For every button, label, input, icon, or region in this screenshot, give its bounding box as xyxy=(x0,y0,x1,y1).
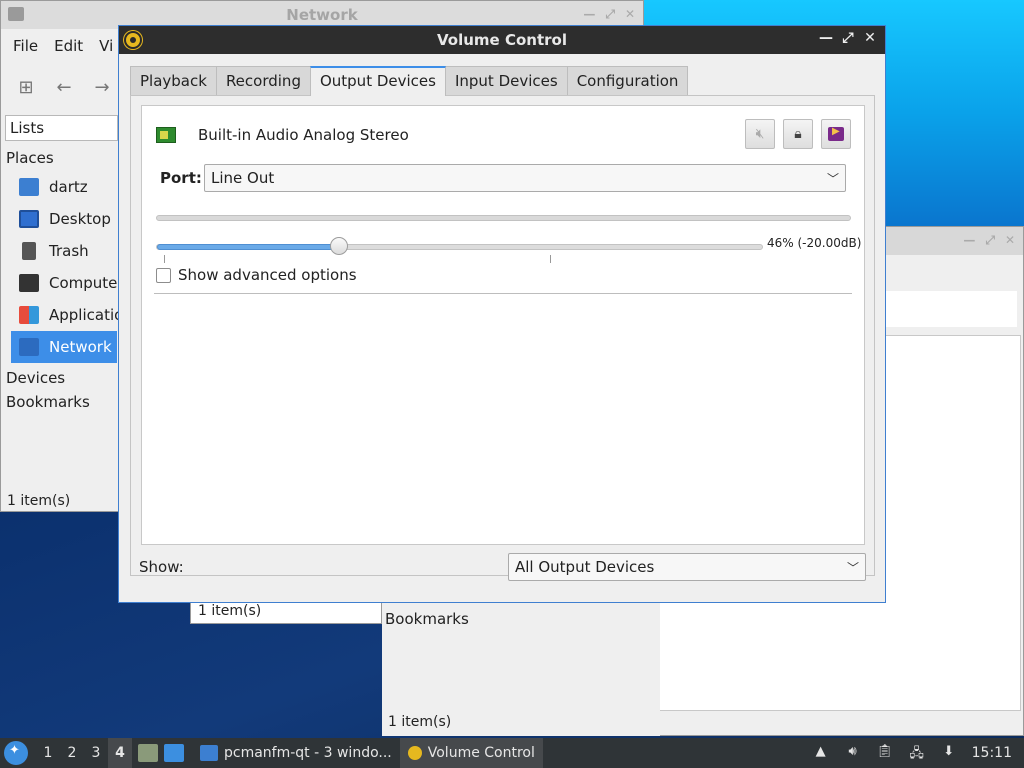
window-title: Volume Control xyxy=(437,31,567,49)
tab-configuration[interactable]: Configuration xyxy=(566,66,689,95)
close-icon[interactable]: ✕ xyxy=(863,30,877,46)
chevron-down-icon: ﹀ xyxy=(826,171,839,186)
minimize-icon[interactable]: — xyxy=(583,7,595,22)
file-manager-launcher-icon[interactable] xyxy=(138,744,158,762)
divider xyxy=(154,293,852,294)
task-pcmanfm[interactable]: pcmanfm-qt - 3 windo... xyxy=(192,738,400,768)
volume-slider-handle[interactable] xyxy=(329,237,348,255)
tab-output-devices[interactable]: Output Devices xyxy=(309,66,446,96)
set-default-icon xyxy=(828,126,844,141)
workspace-3[interactable]: 3 xyxy=(84,745,108,761)
device-name: Built-in Audio Analog Stereo xyxy=(198,126,409,144)
minimize-icon[interactable]: — xyxy=(819,30,833,46)
menu-file[interactable]: File xyxy=(13,37,38,55)
port-select[interactable]: Line Out ﹀ xyxy=(204,164,846,192)
volume-slider-fill xyxy=(157,244,339,250)
clock[interactable]: 15:11 xyxy=(972,745,1012,761)
tab-input-devices[interactable]: Input Devices xyxy=(444,66,568,95)
show-hidden-icon[interactable]: ▲ xyxy=(812,744,830,762)
lock-channels-button[interactable]: 🔒︎ xyxy=(783,119,813,149)
computer-icon xyxy=(19,274,39,292)
menu-edit[interactable]: Edit xyxy=(54,37,83,55)
forward-arrow-icon[interactable]: → xyxy=(93,77,111,98)
show-filter-select[interactable]: All Output Devices ﹀ xyxy=(508,553,866,581)
desktop-launcher-icon[interactable] xyxy=(164,744,184,762)
speaker-app-icon xyxy=(407,746,422,760)
folder-icon xyxy=(8,7,24,21)
task-volume-control[interactable]: Volume Control xyxy=(399,738,543,768)
status-text: 1 item(s) xyxy=(388,714,452,730)
device-header: Built-in Audio Analog Stereo xyxy=(156,124,409,146)
tab-bar: Playback Recording Output Devices Input … xyxy=(130,66,689,96)
chevron-down-icon: ﹀ xyxy=(846,560,859,575)
volume-readout: 46% (-20.00dB) xyxy=(767,236,862,250)
window-title: Network xyxy=(286,6,358,24)
folder-icon xyxy=(200,745,218,761)
workspace-1[interactable]: 1 xyxy=(36,745,60,761)
tab-playback[interactable]: Playback xyxy=(130,66,217,95)
speaker-app-icon xyxy=(124,31,142,49)
update-notifier-icon[interactable]: ⬇ xyxy=(940,744,958,762)
system-tray: ▲ 🔊︎ 📋︎ 🖧︎ ⬇ 15:11 xyxy=(812,744,1024,762)
menu-view[interactable]: Vi xyxy=(99,37,113,55)
set-default-button[interactable] xyxy=(821,119,851,149)
sound-card-icon xyxy=(156,127,176,143)
network-icon xyxy=(19,338,39,356)
tab-content: Built-in Audio Analog Stereo 🔇︎ 🔒︎ Port:… xyxy=(130,95,875,576)
volume-control-titlebar[interactable]: Volume Control — ⤢ ✕ xyxy=(119,26,885,54)
show-label: Show: xyxy=(139,558,184,576)
trash-icon xyxy=(22,242,36,260)
mute-button[interactable]: 🔇︎ xyxy=(745,119,775,149)
close-icon[interactable]: ✕ xyxy=(625,7,635,22)
start-menu-icon[interactable] xyxy=(4,741,28,765)
network-icon[interactable]: 🖧︎ xyxy=(908,744,926,762)
applications-icon xyxy=(19,306,39,324)
port-row: Port: Line Out ﹀ xyxy=(160,164,846,192)
back-arrow-icon[interactable]: ← xyxy=(55,77,73,98)
maximize-icon[interactable]: ⤢ xyxy=(841,30,855,46)
show-filter-row: Show: All Output Devices ﹀ xyxy=(139,553,866,581)
volume-control-window: Volume Control — ⤢ ✕ Playback Recording … xyxy=(118,25,886,603)
home-folder-icon xyxy=(19,178,39,196)
status-text: 1 item(s) xyxy=(198,603,262,619)
clipboard-icon[interactable]: 📋︎ xyxy=(876,744,894,762)
advanced-options-label: Show advanced options xyxy=(178,266,357,284)
taskbar: 1 2 3 4 pcmanfm-qt - 3 windo... Volume C… xyxy=(0,738,1024,768)
advanced-options-checkbox[interactable] xyxy=(156,267,171,283)
slider-tick xyxy=(550,255,551,263)
workspace-4[interactable]: 4 xyxy=(108,738,132,768)
bookmarks-header: Bookmarks xyxy=(385,610,469,628)
status-text: 1 item(s) xyxy=(7,493,71,509)
desktop-icon xyxy=(19,210,39,228)
side-pane-mode-selector[interactable]: Lists xyxy=(5,115,118,141)
show-filter-value: All Output Devices xyxy=(515,558,655,576)
background-window-center: 1 item(s) xyxy=(190,600,382,624)
lock-icon: 🔒︎ xyxy=(794,126,802,142)
maximize-icon[interactable]: ⤢ xyxy=(605,7,615,22)
tab-recording[interactable]: Recording xyxy=(215,66,311,95)
port-label: Port: xyxy=(160,169,202,187)
port-value: Line Out xyxy=(211,169,275,187)
new-window-icon[interactable]: ⊞ xyxy=(17,77,35,98)
volume-slider[interactable] xyxy=(156,237,763,263)
slider-tick xyxy=(164,255,165,263)
volume-icon[interactable]: 🔊︎ xyxy=(844,744,862,762)
output-devices-list: Built-in Audio Analog Stereo 🔇︎ 🔒︎ Port:… xyxy=(141,105,865,545)
peak-level-meter xyxy=(156,215,851,221)
speaker-muted-icon: 🔇︎ xyxy=(755,126,765,142)
background-window-lower: Bookmarks 1 item(s) xyxy=(382,600,660,736)
place-item-network[interactable]: Network xyxy=(11,331,117,363)
advanced-options-row[interactable]: Show advanced options xyxy=(156,266,357,284)
workspace-2[interactable]: 2 xyxy=(60,745,84,761)
